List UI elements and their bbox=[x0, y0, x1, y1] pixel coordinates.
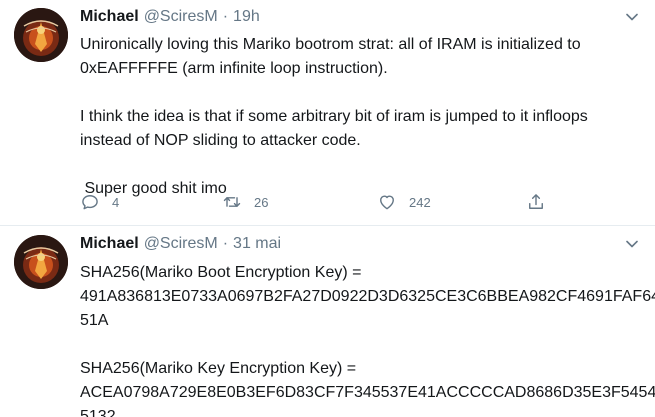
like-icon bbox=[380, 195, 394, 210]
share-icon bbox=[529, 194, 543, 209]
separator-dot: · bbox=[222, 8, 229, 25]
tweet-text-line: 491A836813E0733A0697B2FA27D0922D3D6325CE… bbox=[80, 288, 655, 305]
tweet-text: SHA256(Mariko Boot Encryption Key) = 491… bbox=[80, 261, 655, 417]
tweet-text-line: SHA256(Mariko Boot Encryption Key) = bbox=[80, 264, 362, 281]
tweet[interactable]: Michael @SciresM · 19h Unironically lovi… bbox=[0, 0, 655, 226]
author-handle[interactable]: @SciresM bbox=[144, 8, 218, 26]
share-button[interactable] bbox=[526, 190, 546, 214]
reply-button[interactable]: 4 bbox=[80, 190, 119, 214]
tweet-text-line: I think the idea is that if some arbitra… bbox=[80, 108, 588, 125]
tweet-text-line: ACEA0798A729E8E0B3EF6D83CF7F345537E41ACC… bbox=[80, 384, 655, 401]
retweet-button[interactable]: 26 bbox=[222, 190, 268, 214]
author-handle[interactable]: @SciresM bbox=[144, 235, 218, 253]
tweet-text: Unironically loving this Mariko bootrom … bbox=[80, 33, 615, 201]
avatar[interactable] bbox=[14, 235, 68, 289]
tweet-text-line bbox=[80, 153, 615, 177]
tweet-text-line: Unironically loving this Mariko bootrom … bbox=[80, 36, 581, 53]
chevron-down-icon[interactable] bbox=[625, 10, 639, 24]
reply-icon bbox=[82, 195, 98, 210]
separator-dot: · bbox=[222, 235, 229, 252]
timestamp[interactable]: 31 mai bbox=[233, 235, 281, 253]
retweet-icon bbox=[223, 197, 241, 207]
tweet[interactable]: Michael @SciresM · 31 mai SHA256(Mariko … bbox=[0, 227, 655, 417]
tweet-text-line: 5132 bbox=[80, 408, 116, 417]
tweet-text-line bbox=[80, 81, 615, 105]
author-name[interactable]: Michael bbox=[80, 8, 139, 26]
like-button[interactable]: 242 bbox=[377, 190, 431, 214]
tweet-text-line: 0xEAFFFFFE (arm infinite loop instructio… bbox=[80, 60, 388, 77]
tweet-header: Michael @SciresM · 31 mai bbox=[80, 235, 281, 257]
tweet-text-line bbox=[80, 333, 615, 357]
tweet-actions: 4 26 242 bbox=[80, 190, 560, 214]
tweet-header: Michael @SciresM · 19h bbox=[80, 8, 260, 30]
retweet-count: 26 bbox=[254, 194, 269, 210]
author-name[interactable]: Michael bbox=[80, 235, 139, 253]
like-count: 242 bbox=[409, 194, 431, 210]
avatar[interactable] bbox=[14, 8, 68, 62]
chevron-down-icon[interactable] bbox=[625, 237, 639, 251]
timestamp[interactable]: 19h bbox=[233, 8, 260, 26]
tweet-text-line: 51A bbox=[80, 312, 109, 329]
tweet-text-line: SHA256(Mariko Key Encryption Key) = bbox=[80, 360, 357, 377]
reply-count: 4 bbox=[112, 194, 120, 210]
tweet-text-line: instead of NOP sliding to attacker code. bbox=[80, 132, 361, 149]
